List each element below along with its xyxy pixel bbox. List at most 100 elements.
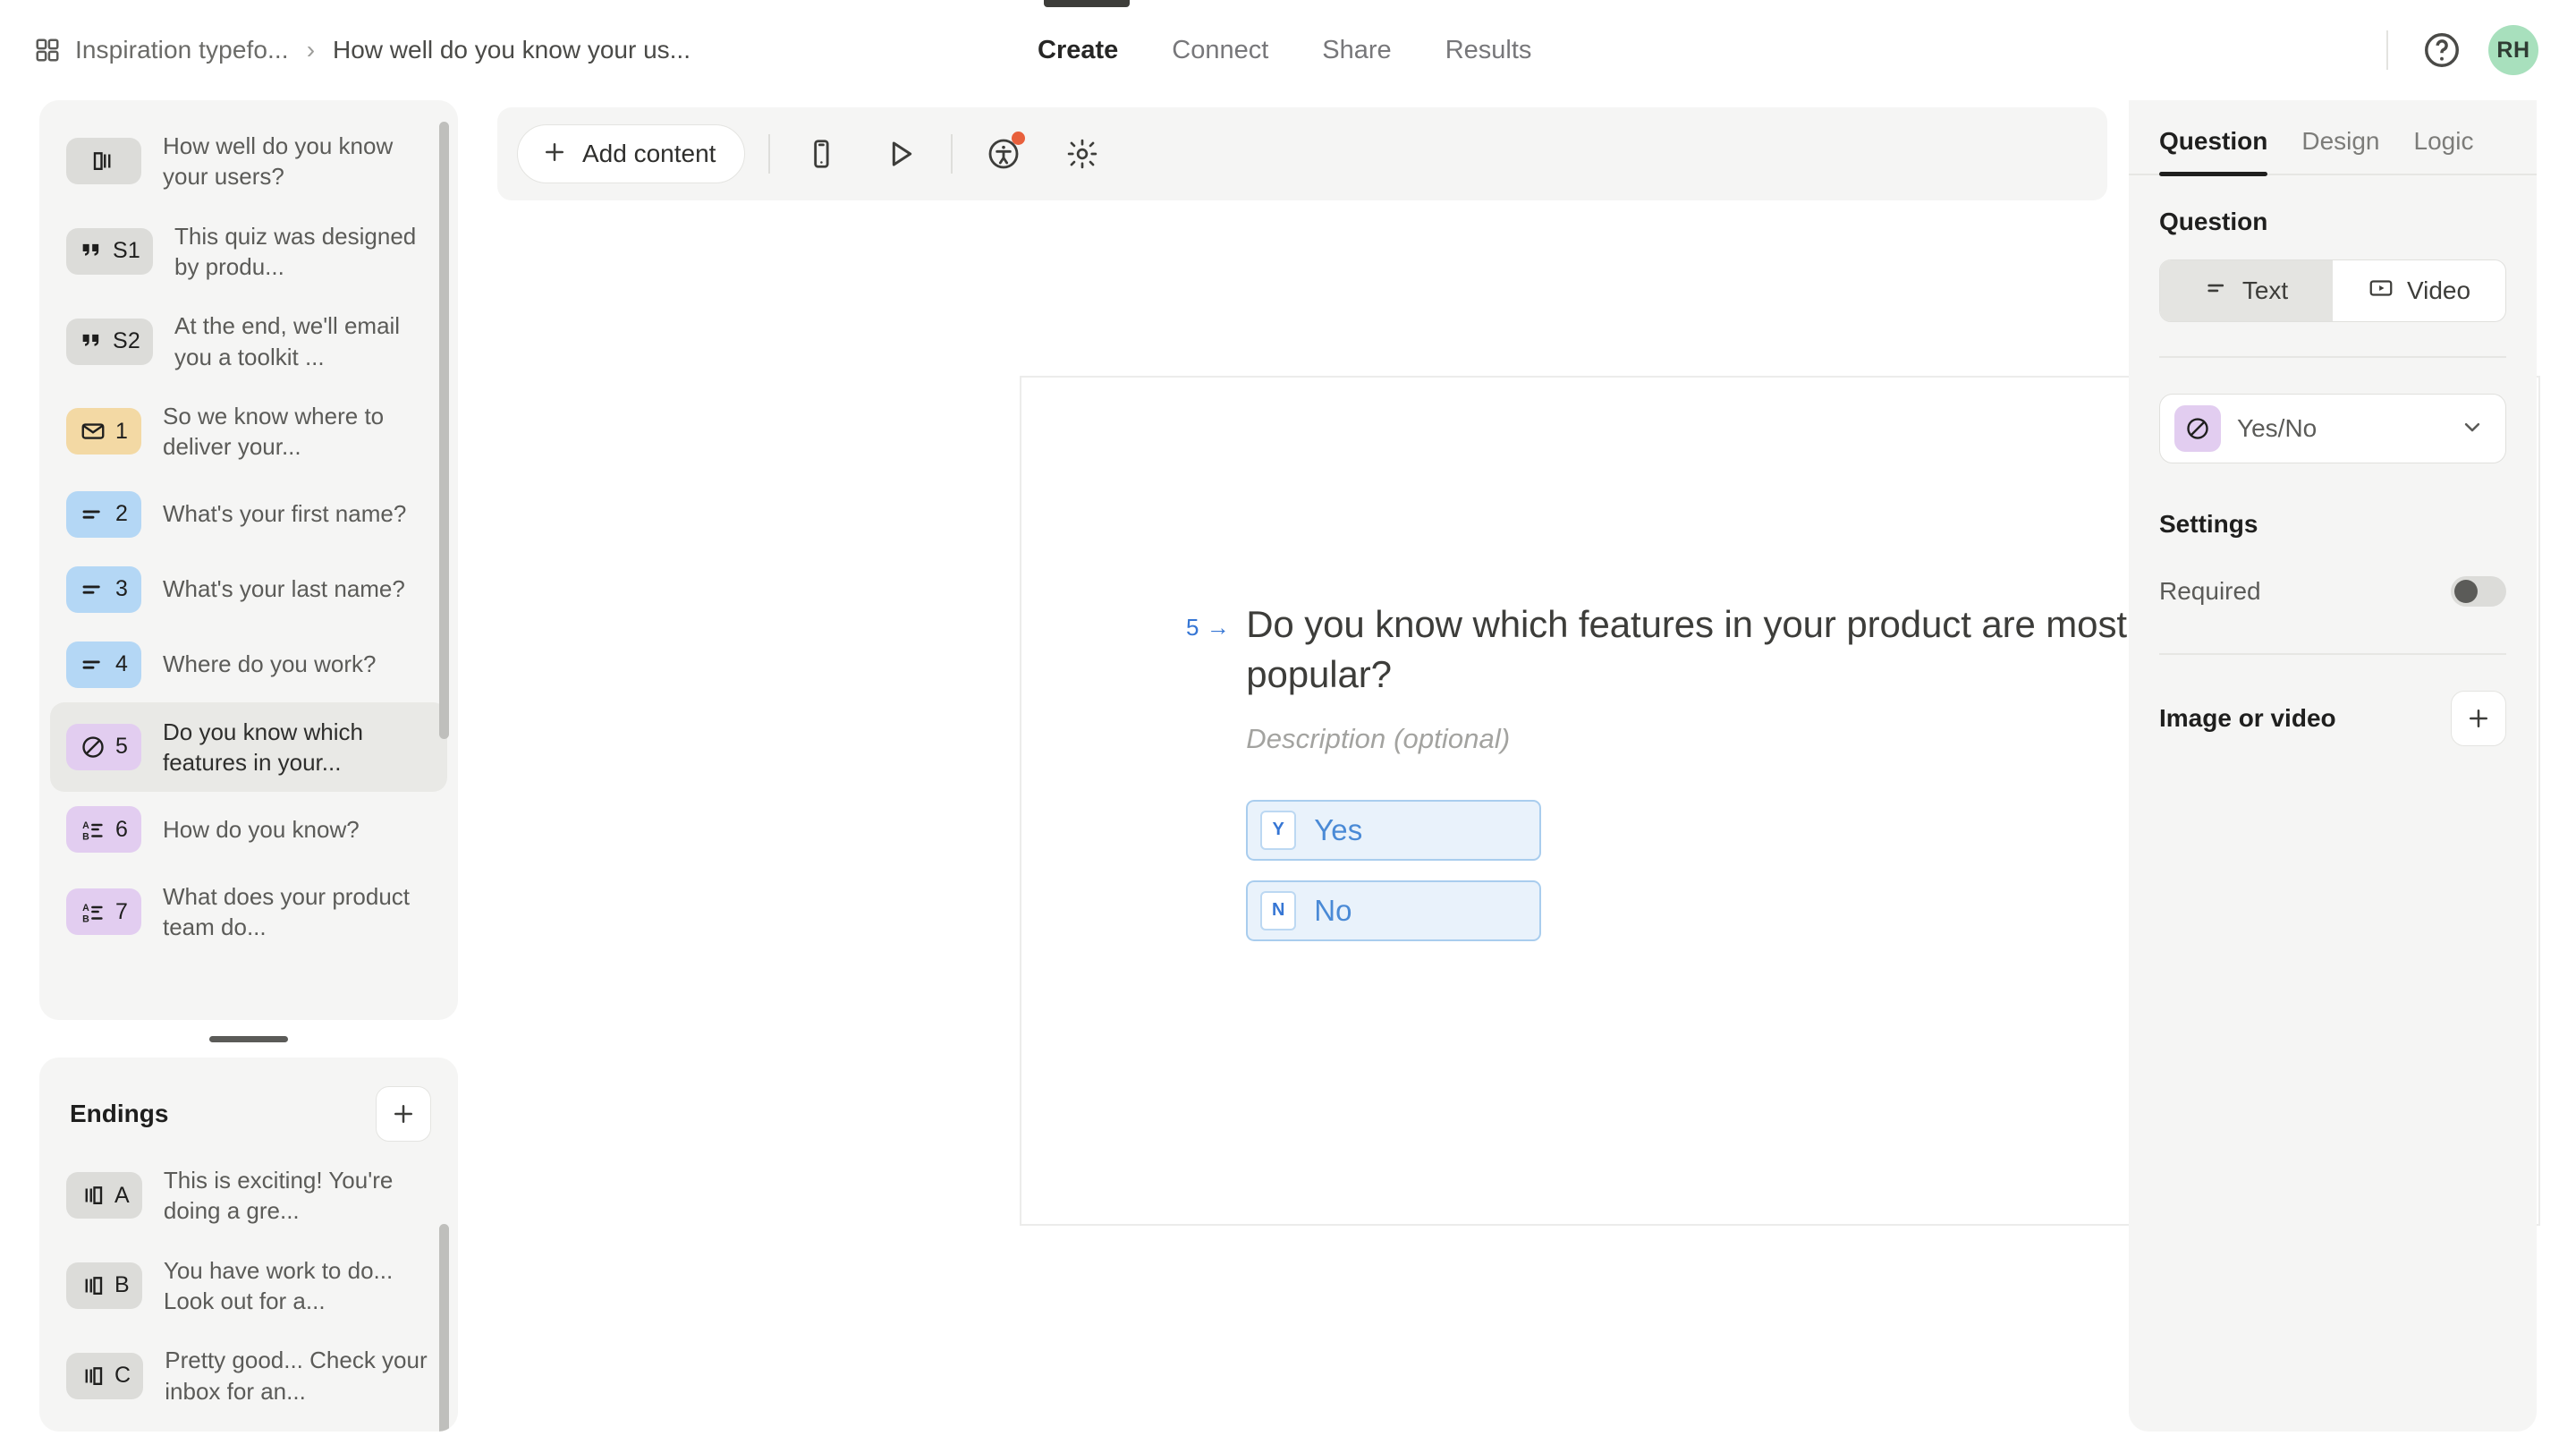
- sidebar-resize-handle[interactable]: [39, 1020, 458, 1058]
- tab-question[interactable]: Question: [2159, 127, 2268, 176]
- media-option-label: Text: [2241, 276, 2289, 304]
- mobile-device-icon[interactable]: [793, 126, 849, 182]
- gear-icon[interactable]: [1055, 126, 1110, 182]
- multiple-choice-badge: A B 6: [66, 806, 141, 854]
- sidebar-item-label: What does your product team do...: [163, 883, 411, 941]
- badge-number: 7: [114, 898, 129, 924]
- statement-badge: S2: [66, 318, 153, 365]
- help-circle-icon[interactable]: [2422, 30, 2462, 70]
- settings-section-title: Settings: [2159, 510, 2258, 538]
- badge-number: S1: [113, 238, 140, 264]
- ending-screen-badge: B: [66, 1262, 142, 1309]
- media-option-label: Video: [2406, 276, 2471, 304]
- short-text-badge: 4: [66, 641, 141, 688]
- required-label: Required: [2159, 577, 2261, 605]
- play-icon[interactable]: [872, 126, 928, 182]
- choice-label: Yes: [1314, 812, 1363, 846]
- sidebar-item-yes-no-5[interactable]: 5 Do you know which features in your...: [50, 701, 447, 793]
- svg-text:A: A: [82, 903, 89, 913]
- badge-number: 6: [114, 816, 129, 842]
- tab-logic[interactable]: Logic: [2414, 127, 2474, 174]
- add-image-or-video-button[interactable]: [2451, 691, 2506, 746]
- accessibility-icon[interactable]: [976, 126, 1031, 182]
- sidebar-item-label: What's your first name?: [163, 500, 407, 528]
- sidebar-item-label: This is exciting! You're doing a gre...: [163, 1167, 394, 1225]
- workspace-grid-icon[interactable]: [34, 37, 61, 64]
- media-option-video[interactable]: Video: [2333, 260, 2505, 321]
- multiple-choice-badge: A B 7: [66, 888, 141, 936]
- choice-yes[interactable]: Y Yes: [1246, 799, 1542, 861]
- sidebar-item-multiple-choice-6[interactable]: A B 6 How do you know?: [50, 792, 447, 867]
- badge-number: C: [114, 1363, 131, 1389]
- sidebar-item-short-text-3[interactable]: 3 What's your last name?: [50, 552, 447, 627]
- questions-panel: How well do you know your users? S1 This…: [39, 100, 458, 1020]
- short-text-badge: 3: [66, 565, 141, 613]
- sidebar-item-label: You have work to do... Look out for a...: [163, 1256, 394, 1314]
- badge-number: 3: [114, 576, 129, 601]
- badge-number: 1: [114, 418, 129, 444]
- question-title-input[interactable]: Do you know which features in your produ…: [1246, 599, 2230, 700]
- divider: [2386, 30, 2388, 70]
- sidebar-item-ending-b[interactable]: B You have work to do... Look out for a.…: [50, 1241, 447, 1331]
- media-type-toggle: Text Video: [2159, 259, 2506, 322]
- email-badge: 1: [66, 408, 141, 455]
- choice-key-badge: Y: [1260, 810, 1297, 850]
- center-area: Add content 5 → Do you know which featur…: [490, 100, 2540, 1432]
- yes-no-icon: [2174, 405, 2221, 452]
- sidebar-item-label: This quiz was designed by produ...: [174, 222, 417, 280]
- right-panel-tabs: Question Design Logic: [2129, 100, 2537, 176]
- tab-design[interactable]: Design: [2301, 127, 2379, 174]
- sidebar-item-statement-s2[interactable]: S2 At the end, we'll email you a toolkit…: [50, 296, 447, 387]
- tab-share[interactable]: Share: [1322, 36, 1391, 65]
- sidebar-item-label: At the end, we'll email you a toolkit ..…: [174, 312, 401, 370]
- tab-connect[interactable]: Connect: [1172, 36, 1268, 65]
- short-text-badge: 2: [66, 490, 141, 538]
- badge-number: 2: [114, 501, 129, 526]
- sidebar-item-welcome[interactable]: How well do you know your users?: [50, 116, 447, 207]
- top-bar: Inspiration typefo... › How well do you …: [0, 0, 2576, 100]
- tab-results[interactable]: Results: [1445, 36, 1532, 65]
- text-lines-icon: [2205, 276, 2230, 307]
- sidebar-item-ending-c[interactable]: C Pretty good... Check your inbox for an…: [50, 1330, 447, 1421]
- sidebar-item-email-1[interactable]: 1 So we know where to deliver your...: [50, 387, 447, 477]
- alert-dot-badge: [1012, 132, 1026, 145]
- sidebar-item-short-text-4[interactable]: 4 Where do you work?: [50, 627, 447, 702]
- breadcrumb-current[interactable]: How well do you know your us...: [333, 36, 691, 64]
- question-section-title: Question: [2159, 208, 2268, 235]
- welcome-screen-badge: [66, 138, 141, 185]
- ending-screen-badge: C: [66, 1352, 144, 1399]
- endings-header: Endings: [39, 1065, 458, 1151]
- statement-badge: S1: [66, 227, 153, 275]
- sidebar-item-statement-s1[interactable]: S1 This quiz was designed by produ...: [50, 207, 447, 297]
- questions-scrollbar[interactable]: [439, 122, 449, 739]
- arrow-right-icon: →: [1206, 614, 1231, 641]
- add-content-label: Add content: [582, 140, 716, 167]
- avatar[interactable]: RH: [2488, 25, 2538, 75]
- main-nav-tabs: Create Connect Share Results: [1038, 0, 1531, 100]
- ending-screen-badge: A: [66, 1172, 142, 1219]
- sidebar-item-short-text-2[interactable]: 2 What's your first name?: [50, 477, 447, 552]
- add-ending-button[interactable]: [376, 1086, 431, 1142]
- tab-create[interactable]: Create: [1038, 36, 1118, 65]
- sidebar-item-multiple-choice-7[interactable]: A B 7 What does your product team do...: [50, 867, 447, 957]
- resize-grip: [209, 1035, 288, 1042]
- question-type-select[interactable]: Yes/No: [2159, 394, 2506, 463]
- required-toggle[interactable]: [2451, 576, 2506, 607]
- divider: [2159, 356, 2506, 358]
- choice-no[interactable]: N No: [1246, 879, 1542, 941]
- media-option-text[interactable]: Text: [2160, 260, 2333, 321]
- sidebar-item-label: How do you know?: [163, 815, 360, 843]
- toggle-knob: [2454, 580, 2478, 603]
- breadcrumb: Inspiration typefo... › How well do you …: [0, 36, 691, 64]
- sidebar-item-ending-a[interactable]: A This is exciting! You're doing a gre..…: [50, 1151, 447, 1241]
- add-content-button[interactable]: Add content: [517, 124, 746, 183]
- badge-number: 4: [114, 651, 129, 676]
- svg-text:B: B: [82, 914, 89, 925]
- video-play-icon: [2368, 275, 2394, 308]
- badge-number: 5: [114, 734, 129, 760]
- breadcrumb-workspace[interactable]: Inspiration typefo...: [75, 36, 289, 64]
- endings-scrollbar[interactable]: [439, 1224, 449, 1432]
- sidebar-item-label: Pretty good... Check your inbox for an..…: [165, 1347, 428, 1405]
- question-number: 5 →: [1186, 614, 1231, 641]
- badge-number: S2: [113, 328, 140, 354]
